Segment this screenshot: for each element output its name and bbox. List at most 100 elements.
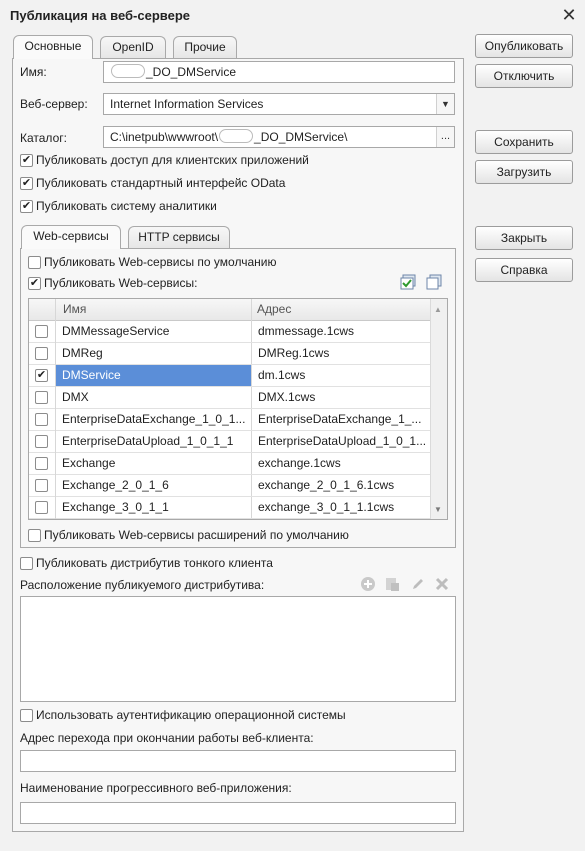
table-row[interactable]: DMX DMX.1cws — [29, 387, 430, 409]
publish-odata-label: Публиковать стандартный интерфейс OData — [36, 176, 286, 190]
disable-button[interactable]: Отключить — [475, 64, 573, 88]
scroll-down-icon[interactable]: ▼ — [434, 505, 442, 514]
column-header-address[interactable]: Адрес — [257, 299, 437, 320]
scroll-up-icon[interactable]: ▲ — [434, 305, 442, 314]
table-row[interactable]: EnterpriseDataExchange_1_0_1... Enterpris… — [29, 409, 430, 431]
add-icon-svg — [361, 577, 375, 591]
add-icon[interactable] — [360, 576, 376, 592]
publish-default-ws-checkbox[interactable] — [28, 256, 41, 269]
copy-icon[interactable] — [384, 576, 400, 592]
row-checkbox[interactable] — [35, 325, 48, 338]
tab-main[interactable]: Основные — [13, 35, 93, 59]
exit-address-input[interactable] — [20, 750, 456, 772]
table-row[interactable]: ✔ DMService dm.1cws — [29, 365, 430, 387]
web-server-label: Веб-сервер: — [20, 97, 88, 111]
check-all-icon[interactable] — [400, 274, 416, 290]
publish-ext-ws-checkbox[interactable] — [28, 529, 41, 542]
uncheck-all-icon[interactable] — [426, 274, 442, 290]
table-row[interactable]: DMMessageService dmmessage.1cws — [29, 321, 430, 343]
delete-icon-svg — [435, 577, 449, 591]
column-divider — [55, 299, 56, 321]
pencil-icon-svg — [413, 579, 423, 589]
row-address: exchange_2_0_1_6.1cws — [258, 478, 395, 492]
catalog-input[interactable]: C:\inetpub\wwwroot\ _DO_DMService\ — [103, 126, 455, 148]
web-server-select[interactable]: Internet Information Services — [103, 93, 455, 115]
row-checkbox[interactable] — [35, 391, 48, 404]
row-checkbox[interactable] — [35, 501, 48, 514]
table-row[interactable]: DMReg DMReg.1cws — [29, 343, 430, 365]
tab-web-services[interactable]: Web-сервисы — [21, 225, 121, 249]
row-address: exchange.1cws — [258, 456, 341, 470]
row-checkbox[interactable] — [35, 457, 48, 470]
publish-ext-ws-label: Публиковать Web-сервисы расширений по ум… — [44, 528, 349, 542]
column-header-name[interactable]: Имя — [63, 299, 243, 320]
exit-address-label: Адрес перехода при окончании работы веб-… — [20, 731, 314, 745]
os-auth-label: Использовать аутентификацию операционной… — [36, 708, 346, 722]
row-address: EnterpriseDataExchange_1_... — [258, 412, 422, 426]
row-name: Exchange — [62, 456, 116, 470]
delete-icon[interactable] — [434, 576, 450, 592]
close-button[interactable]: Закрыть — [475, 226, 573, 250]
row-name: DMReg — [62, 346, 103, 360]
redacted-mark — [219, 129, 254, 143]
publish-analytics-checkbox[interactable]: ✔ — [20, 200, 33, 213]
publish-ws-checkbox[interactable]: ✔ — [28, 277, 41, 290]
check-all-icon-svg — [400, 274, 416, 290]
row-address: dm.1cws — [258, 368, 306, 382]
distr-location-list[interactable] — [20, 596, 456, 702]
row-address: DMX.1cws — [258, 390, 316, 404]
publish-thin-client-checkbox[interactable] — [20, 557, 33, 570]
close-icon[interactable]: ✕ — [558, 4, 580, 26]
pwa-name-label: Наименование прогрессивного веб-приложен… — [20, 781, 292, 795]
publish-analytics-label: Публиковать систему аналитики — [36, 199, 217, 213]
catalog-suffix: _DO_DMService\ — [254, 130, 348, 144]
web-services-table: Имя Адрес DMMessageService dmmessage.1cws… — [28, 298, 448, 520]
os-auth-checkbox[interactable] — [20, 709, 33, 722]
tab-other[interactable]: Прочие — [173, 36, 237, 58]
row-checkbox[interactable] — [35, 479, 48, 492]
row-name: Exchange_3_0_1_1 — [62, 500, 169, 514]
row-address: dmmessage.1cws — [258, 324, 355, 338]
browse-button[interactable]: ... — [436, 127, 454, 147]
copy-icon-svg — [386, 578, 399, 591]
publish-clients-label: Публиковать доступ для клиентских прилож… — [36, 153, 309, 167]
catalog-prefix: C:\inetpub\wwwroot\ — [110, 130, 219, 144]
tab-openid[interactable]: OpenID — [100, 36, 166, 58]
publish-clients-checkbox[interactable]: ✔ — [20, 154, 33, 167]
row-address: EnterpriseDataUpload_1_0_1... — [258, 434, 427, 448]
row-checkbox[interactable] — [35, 413, 48, 426]
name-input[interactable]: _DO_DMService — [103, 61, 455, 83]
row-name: EnterpriseDataExchange_1_0_1... — [62, 412, 246, 426]
table-row[interactable]: EnterpriseDataUpload_1_0_1_1 EnterpriseDa… — [29, 431, 430, 453]
window-title: Публикация на веб-сервере — [10, 8, 191, 23]
row-name: Exchange_2_0_1_6 — [62, 478, 169, 492]
row-checkbox[interactable]: ✔ — [35, 369, 48, 382]
table-row[interactable]: Exchange exchange.1cws — [29, 453, 430, 475]
table-scrollbar[interactable] — [430, 299, 447, 519]
uncheck-all-icon-svg — [426, 274, 442, 290]
pwa-name-input[interactable] — [20, 802, 456, 824]
help-button[interactable]: Справка — [475, 258, 573, 282]
table-row[interactable]: Exchange_2_0_1_6 exchange_2_0_1_6.1cws — [29, 475, 430, 497]
tab-http-services[interactable]: HTTP сервисы — [128, 226, 230, 248]
pencil-icon[interactable] — [410, 576, 426, 592]
publish-thin-client-label: Публиковать дистрибутив тонкого клиента — [36, 556, 273, 570]
publish-ws-label: Публиковать Web-сервисы: — [44, 276, 198, 290]
redacted-mark — [111, 64, 145, 78]
web-server-value: Internet Information Services — [110, 97, 264, 111]
row-checkbox[interactable] — [35, 347, 48, 360]
publish-default-ws-label: Публиковать Web-сервисы по умолчанию — [44, 255, 277, 269]
table-row[interactable]: Exchange_3_0_1_1 exchange_3_0_1_1.1cws — [29, 497, 430, 519]
row-name: DMX — [62, 390, 89, 404]
name-value: _DO_DMService — [146, 65, 237, 79]
catalog-label: Каталог: — [20, 131, 67, 145]
row-name: DMService — [56, 365, 251, 386]
row-address: exchange_3_0_1_1.1cws — [258, 500, 395, 514]
publish-button[interactable]: Опубликовать — [475, 34, 573, 58]
save-button[interactable]: Сохранить — [475, 130, 573, 154]
load-button[interactable]: Загрузить — [475, 160, 573, 184]
distr-location-label: Расположение публикуемого дистрибутива: — [20, 578, 265, 592]
chevron-down-icon[interactable]: ▼ — [436, 94, 454, 114]
row-checkbox[interactable] — [35, 435, 48, 448]
publish-odata-checkbox[interactable]: ✔ — [20, 177, 33, 190]
